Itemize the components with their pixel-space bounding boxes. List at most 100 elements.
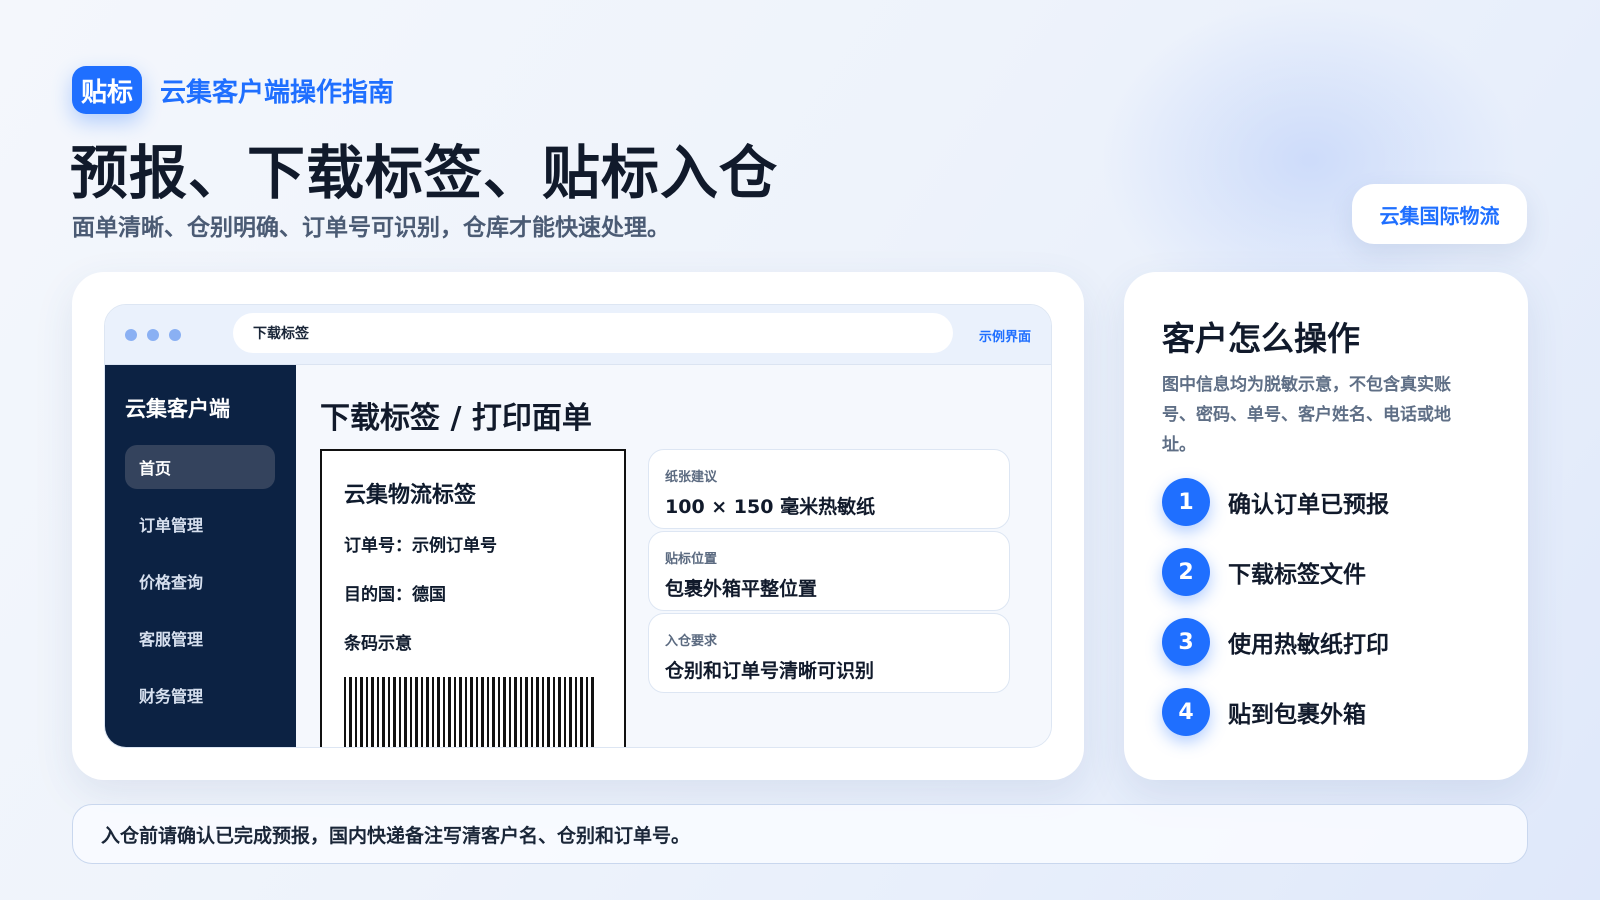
barcode-bar xyxy=(426,677,429,747)
barcode-bar xyxy=(531,677,533,747)
step-number: 3 xyxy=(1162,618,1210,666)
barcode-bar xyxy=(487,677,489,747)
barcode-bar xyxy=(575,677,577,747)
barcode-bar xyxy=(558,677,561,747)
page-subtitle: 面单清晰、仓别明确、订单号可识别，仓库才能快速处理。 xyxy=(72,215,670,241)
demo-card: 下载标签 示例界面 云集客户端 首页 订单管理 价格查询 客服管理 财务管理 下… xyxy=(72,272,1084,780)
step-text: 贴到包裹外箱 xyxy=(1228,702,1366,728)
step-item: 2 下载标签文件 xyxy=(1162,548,1366,596)
step-number: 4 xyxy=(1162,688,1210,736)
barcode-bar xyxy=(481,677,484,747)
barcode-bar xyxy=(349,677,352,747)
page-title: 预报、下载标签、贴标入仓 xyxy=(70,139,779,207)
barcode-bar xyxy=(454,677,456,747)
info-card-value: 仓别和订单号清晰可识别 xyxy=(665,660,875,682)
step-number: 1 xyxy=(1162,478,1210,526)
sidebar: 云集客户端 首页 订单管理 价格查询 客服管理 财务管理 xyxy=(105,365,296,747)
info-card-value: 包裹外箱平整位置 xyxy=(665,578,818,600)
barcode-bar xyxy=(542,677,544,747)
main-content: 下载标签 / 打印面单 云集物流标签 订单号：示例订单号 目的国：德国 条码示意… xyxy=(296,365,1051,747)
barcode-bar xyxy=(586,677,588,747)
barcode-bar xyxy=(580,677,583,747)
barcode-bar xyxy=(366,677,368,747)
barcode-bar xyxy=(382,677,385,747)
step-item: 4 贴到包裹外箱 xyxy=(1162,688,1366,736)
barcode-bar xyxy=(410,677,412,747)
step-text: 下载标签文件 xyxy=(1228,562,1366,588)
info-card-paper: 纸张建议 100 × 150 毫米热敏纸 xyxy=(648,449,1010,529)
barcode-bar xyxy=(388,677,390,747)
info-card-position: 贴标位置 包裹外箱平整位置 xyxy=(648,531,1010,611)
window-dot-icon xyxy=(169,328,181,341)
barcode-bar xyxy=(377,677,379,747)
barcode-bar xyxy=(536,677,539,747)
label-destination: 目的国：德国 xyxy=(344,585,446,605)
content-heading: 下载标签 / 打印面单 xyxy=(320,401,592,436)
barcode-bar xyxy=(514,677,517,747)
window-dot-icon xyxy=(147,328,159,341)
barcode-bar xyxy=(399,677,401,747)
barcode-bar xyxy=(344,677,346,747)
info-card-key: 纸张建议 xyxy=(665,470,718,485)
sidebar-item-pricing[interactable]: 价格查询 xyxy=(125,559,275,603)
sidebar-item-orders[interactable]: 订单管理 xyxy=(125,502,275,546)
barcode-bar xyxy=(492,677,495,747)
sidebar-item-home[interactable]: 首页 xyxy=(125,445,275,489)
guide-title: 云集客户端操作指南 xyxy=(160,77,395,108)
step-item: 3 使用热敏纸打印 xyxy=(1162,618,1389,666)
info-card-key: 贴标位置 xyxy=(665,552,718,567)
barcode-bar xyxy=(355,677,357,747)
instructions-title: 客户怎么操作 xyxy=(1162,319,1360,358)
instructions-note: 图中信息均为脱敏示意，不包含真实账号、密码、单号、客户姓名、电话或地址。 xyxy=(1162,375,1451,455)
barcode-bar xyxy=(476,677,478,747)
barcode-bar xyxy=(432,677,434,747)
barcode-bar xyxy=(437,677,440,747)
barcode-bar xyxy=(393,677,396,747)
step-text: 使用热敏纸打印 xyxy=(1228,632,1389,658)
shipping-label-preview: 云集物流标签 订单号：示例订单号 目的国：德国 条码示意 xyxy=(320,449,626,747)
barcode-bar xyxy=(520,677,522,747)
label-title: 云集物流标签 xyxy=(344,483,477,508)
label-barcode-caption: 条码示意 xyxy=(344,634,412,654)
barcode-graphic xyxy=(344,677,602,747)
barcode-bar xyxy=(404,677,407,747)
barcode-bar xyxy=(591,677,594,747)
instructions-card: 客户怎么操作 图中信息均为脱敏示意，不包含真实账号、密码、单号、客户姓名、电话或… xyxy=(1124,272,1528,780)
barcode-bar xyxy=(371,677,374,747)
barcode-bar xyxy=(498,677,500,747)
mock-browser-window: 下载标签 示例界面 云集客户端 首页 订单管理 价格查询 客服管理 财务管理 下… xyxy=(104,304,1052,748)
header-tag-row: 贴标 云集客户端操作指南 xyxy=(72,66,394,114)
barcode-bar xyxy=(470,677,473,747)
barcode-bar xyxy=(509,677,511,747)
barcode-bar xyxy=(448,677,451,747)
barcode-bar xyxy=(569,677,572,747)
footer-notice: 入仓前请确认已完成预报，国内快递备注写清客户名、仓别和订单号。 xyxy=(72,804,1528,864)
sidebar-item-finance[interactable]: 财务管理 xyxy=(125,673,275,717)
info-card-value: 100 × 150 毫米热敏纸 xyxy=(665,496,876,518)
barcode-bar xyxy=(459,677,462,747)
example-tag: 示例界面 xyxy=(978,330,1031,345)
sidebar-item-support[interactable]: 客服管理 xyxy=(125,616,275,660)
barcode-bar xyxy=(360,677,363,747)
info-card-warehouse: 入仓要求 仓别和订单号清晰可识别 xyxy=(648,613,1010,693)
step-number: 2 xyxy=(1162,548,1210,596)
barcode-bar xyxy=(525,677,528,747)
barcode-bar xyxy=(547,677,550,747)
step-text: 确认订单已预报 xyxy=(1228,492,1389,518)
info-card-key: 入仓要求 xyxy=(665,634,718,649)
barcode-bar xyxy=(465,677,467,747)
label-order-number: 订单号：示例订单号 xyxy=(344,536,497,556)
address-bar[interactable]: 下载标签 xyxy=(233,313,953,353)
barcode-bar xyxy=(553,677,555,747)
browser-toolbar: 下载标签 示例界面 xyxy=(105,305,1051,365)
barcode-bar xyxy=(443,677,445,747)
label-badge: 贴标 xyxy=(72,66,142,114)
barcode-bar xyxy=(564,677,566,747)
window-dot-icon xyxy=(125,328,137,341)
sidebar-app-name: 云集客户端 xyxy=(125,397,230,421)
barcode-bar xyxy=(415,677,418,747)
barcode-bar xyxy=(503,677,506,747)
step-item: 1 确认订单已预报 xyxy=(1162,478,1389,526)
brand-pill: 云集国际物流 xyxy=(1352,184,1527,244)
barcode-bar xyxy=(421,677,423,747)
